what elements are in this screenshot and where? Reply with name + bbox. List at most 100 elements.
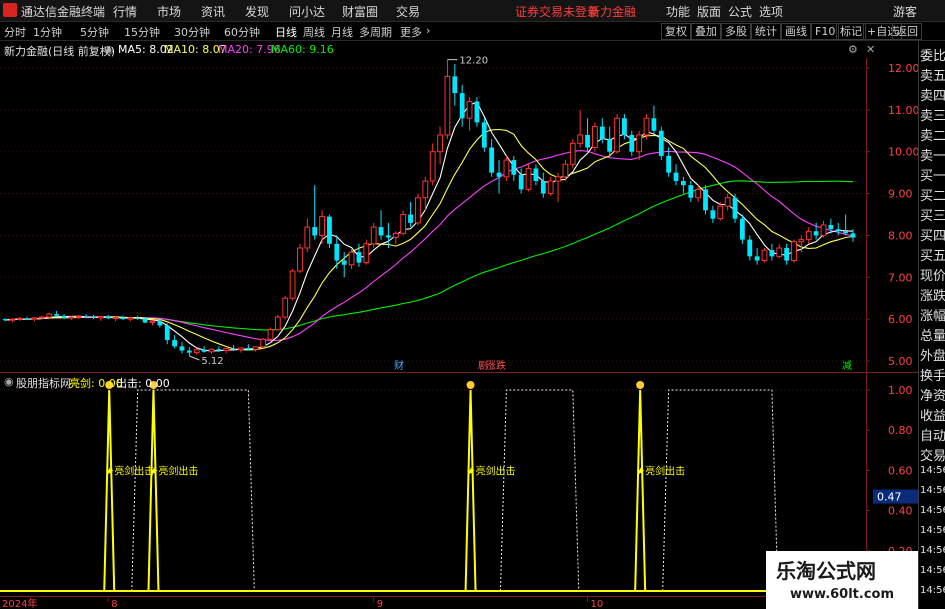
candle-body-up xyxy=(415,197,421,224)
tab-period-daily[interactable]: 日线 xyxy=(275,24,297,40)
side-panel-label: 外盘 xyxy=(920,349,945,364)
candle-body-down xyxy=(481,122,487,148)
price-tick-label: 12.00 xyxy=(888,62,920,75)
menu-zixun[interactable]: 资讯 xyxy=(201,3,225,20)
side-panel-label: 买四 xyxy=(920,229,945,244)
candle-body-down xyxy=(769,250,775,257)
side-panel-label: 卖五 xyxy=(920,69,945,84)
candle-body-up xyxy=(717,205,724,220)
tongji-button[interactable]: 统计 xyxy=(751,23,781,40)
ma-lines xyxy=(4,101,854,352)
back-button[interactable]: 返回 xyxy=(892,23,922,40)
candle-body-down xyxy=(739,218,745,240)
indicator-toggle-icon[interactable]: ◉ xyxy=(4,375,14,388)
event-zhangdie: 涨跌 xyxy=(486,359,506,372)
candle-body-down xyxy=(607,139,613,152)
chart-title: 新力金融(日线 前复权) xyxy=(4,45,116,58)
candle-body-down xyxy=(673,172,679,182)
candle-body-down xyxy=(386,235,391,238)
signal-spike xyxy=(147,389,160,592)
candle-body-up xyxy=(274,316,281,331)
candle-body-down xyxy=(474,101,480,123)
tab-period-more[interactable]: 更多 xyxy=(400,24,422,40)
candle-body-up xyxy=(260,338,266,348)
menu-xuanxiang[interactable]: 选项 xyxy=(759,3,783,20)
settings-icon[interactable]: ⚙ xyxy=(848,43,858,56)
candle-body-up xyxy=(820,224,827,236)
candle-body-up xyxy=(46,313,53,318)
candle-body-down xyxy=(850,233,856,238)
site-watermark: 乐淘公式网 www.60lt.com xyxy=(766,551,918,609)
candle-body-down xyxy=(179,346,185,351)
huaxian-button[interactable]: 画线 xyxy=(781,23,811,40)
menu-wenxiaoda[interactable]: 问小达 xyxy=(289,3,325,20)
menu-gongneng[interactable]: 功能 xyxy=(666,3,690,20)
menu-shichang[interactable]: 市场 xyxy=(157,3,181,20)
tab-period-monthly[interactable]: 月线 xyxy=(331,24,353,40)
candle-body-up xyxy=(16,317,23,320)
watermark-title: 乐淘公式网 xyxy=(776,559,876,583)
candle-body-down xyxy=(747,239,753,257)
tab-period-60min[interactable]: 60分钟 xyxy=(224,24,260,40)
candle-body-down xyxy=(83,316,89,318)
candle-body-down xyxy=(658,130,664,156)
app-title: 通达信金融终端 xyxy=(21,5,106,19)
tab-period-fenshi[interactable]: 分时 xyxy=(4,24,26,40)
candle-body-up xyxy=(429,151,436,182)
menu-banmian[interactable]: 版面 xyxy=(697,3,721,20)
indicator-v1: 亮剑: 0.00 xyxy=(69,377,123,390)
quote-side-panel[interactable]: 委比 卖五 卖四 卖三 卖二 卖一 买一 买二 买三 买四 买五 现价 涨跌 涨幅 总量 外盘 换手 净资 收益 自动… xyxy=(918,41,945,609)
candle-body-down xyxy=(216,349,222,351)
candle-body-up xyxy=(503,159,510,178)
chart-canvas[interactable]: ★亮剑出击★亮剑出击 ★亮剑出击 ★亮剑出击 12.205.1212.0011.00… xyxy=(0,0,945,609)
close-icon[interactable]: ✕ xyxy=(866,43,875,56)
candle-body-down xyxy=(120,317,126,320)
candle-body-down xyxy=(784,247,790,261)
tab-period-weekly[interactable]: 周线 xyxy=(303,24,325,40)
signal-label: ★亮剑出击 xyxy=(105,464,154,477)
side-panel-label: 收益 xyxy=(920,409,945,424)
candle-body-up xyxy=(223,347,230,352)
candle-body-down xyxy=(54,314,60,316)
menu-jiaoyi[interactable]: 交易 xyxy=(396,3,420,20)
diejia-button[interactable]: 叠加 xyxy=(691,23,721,40)
side-panel-label: 14:56 xyxy=(920,465,945,476)
tab-period-1min[interactable]: 1分钟 xyxy=(33,24,62,40)
guest-button[interactable]: 游客 xyxy=(893,3,917,20)
duogu-button[interactable]: 多股 xyxy=(721,23,751,40)
ma-toggle-icon[interactable]: ◉ xyxy=(104,43,114,56)
menu-hangqing[interactable]: 行情 xyxy=(113,3,137,20)
date-label: 9 xyxy=(377,599,383,609)
candles xyxy=(2,59,856,356)
tab-period-15min[interactable]: 15分钟 xyxy=(124,24,160,40)
candle-body-up xyxy=(282,297,289,318)
candle-body-up xyxy=(577,134,584,144)
candle-body-down xyxy=(135,317,141,319)
candle-body-down xyxy=(835,229,841,232)
menu-faxian[interactable]: 发现 xyxy=(245,3,269,20)
fuquan-button[interactable]: 复权 xyxy=(661,23,691,40)
side-panel-label: 委比 xyxy=(920,49,945,64)
tab-period-multi[interactable]: 多周期 xyxy=(359,24,392,40)
candle-body-up xyxy=(392,232,399,239)
side-panel-label: 卖一 xyxy=(920,149,945,164)
side-panel-label: 换手 xyxy=(920,369,945,384)
high-label: 12.20 xyxy=(459,56,488,67)
side-panel-label: 14:56 xyxy=(920,485,945,496)
more-chevron-icon[interactable]: › xyxy=(426,24,430,37)
side-panel-label: 卖二 xyxy=(920,129,945,144)
price-tick-label: 6.00 xyxy=(888,313,913,326)
price-tick-label: 9.00 xyxy=(888,188,913,201)
candle-body-up xyxy=(31,317,38,320)
indicator-name: 股朋指标网 xyxy=(16,377,71,390)
biaoji-button[interactable]: 标记 xyxy=(836,23,866,40)
trade-login-notice[interactable]: 证券交易未登录 xyxy=(515,3,599,20)
candle-body-down xyxy=(459,93,465,119)
tab-period-5min[interactable]: 5分钟 xyxy=(80,24,109,40)
price-tick-label: 8.00 xyxy=(888,229,913,242)
menu-gongshi[interactable]: 公式 xyxy=(728,3,752,20)
price-tick-label: 5.00 xyxy=(888,355,913,368)
menu-caifuquan[interactable]: 财富圈 xyxy=(342,3,378,20)
tab-period-30min[interactable]: 30分钟 xyxy=(174,24,210,40)
signal-spike xyxy=(634,389,647,592)
